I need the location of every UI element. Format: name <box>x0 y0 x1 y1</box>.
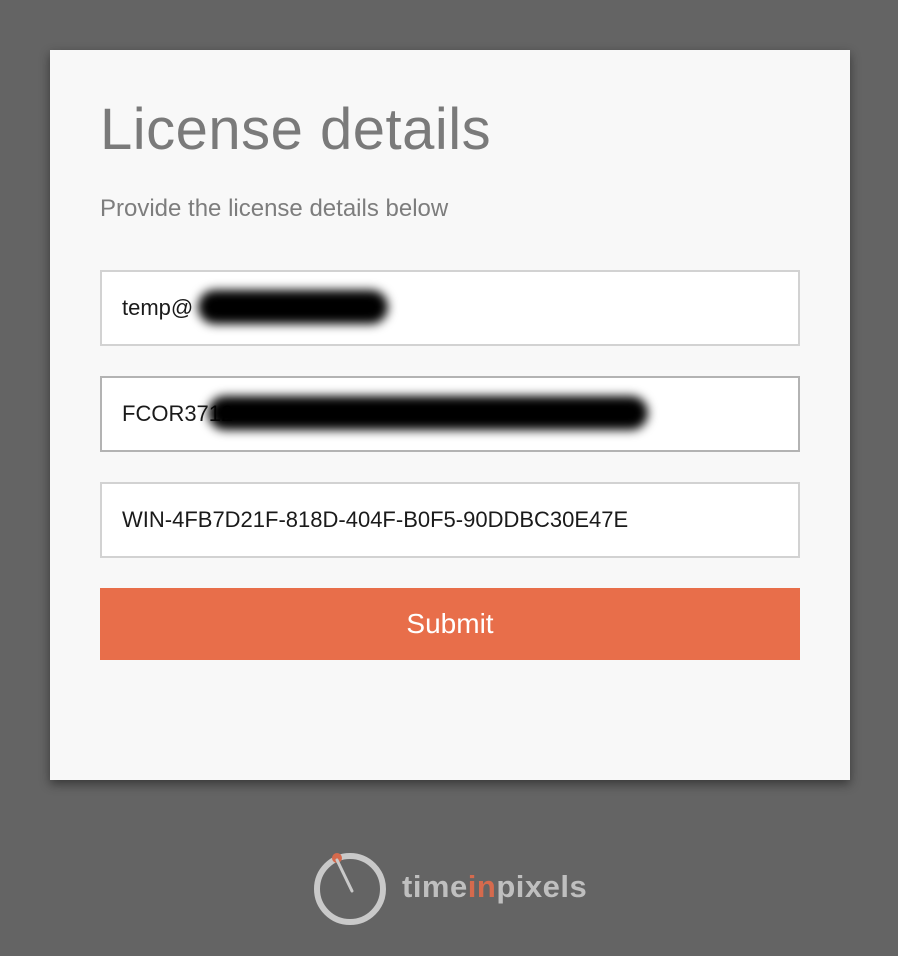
brand-part-in: in <box>467 869 497 904</box>
redaction-mark <box>198 290 388 324</box>
submit-button[interactable]: Submit <box>100 588 800 660</box>
machine-id-field[interactable]: WIN-4FB7D21F-818D-404F-B0F5-90DDBC30E47E <box>100 482 800 558</box>
redaction-mark <box>208 396 648 430</box>
brand-part-time: time <box>402 869 468 904</box>
email-field[interactable]: temp@ <box>100 270 800 346</box>
stopwatch-icon <box>314 853 386 925</box>
page-title: License details <box>100 97 492 162</box>
brand-name: timeinpixels <box>402 867 587 907</box>
license-dialog: License details Provide the license deta… <box>50 50 850 780</box>
page-subtitle: Provide the license details below <box>100 195 449 222</box>
timeinpixels-logo: timeinpixels <box>312 848 587 926</box>
email-field-value: temp@ <box>122 295 194 320</box>
machine-id-field-value: WIN-4FB7D21F-818D-404F-B0F5-90DDBC30E47E <box>122 507 629 532</box>
brand-part-pixels: pixels <box>496 869 588 904</box>
license-key-field[interactable]: FCOR3712 <box>100 376 800 452</box>
